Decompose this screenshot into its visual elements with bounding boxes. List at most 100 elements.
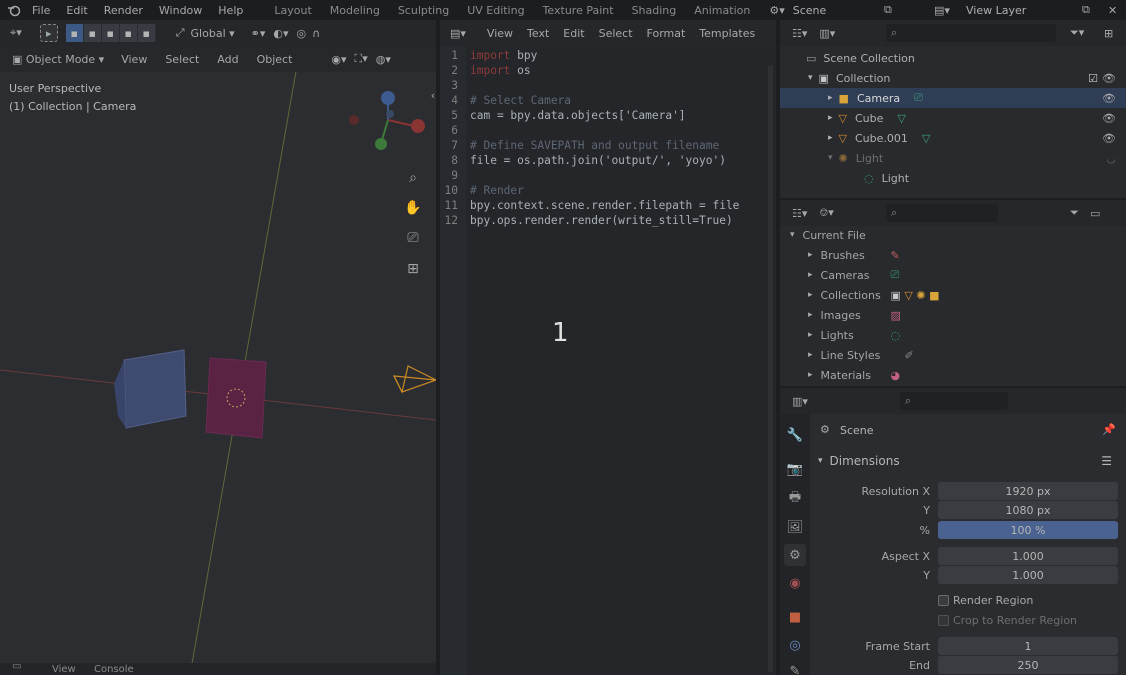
code-line[interactable]: 4 # Select Camera [440,93,776,108]
scene-selector-icon[interactable]: ⚙▾ [769,4,784,17]
tab-animation[interactable]: Animation [685,4,759,17]
outliner-type-icon[interactable]: ☷▾ [792,204,807,222]
code-line[interactable]: 8 file = os.path.join('output/', 'yoyo') [440,153,776,168]
expand-arrow-icon[interactable]: ▸ [828,113,833,123]
outliner-row-light-data[interactable]: ◌ Light [780,168,1126,188]
outliner[interactable]: ☷▾ ▥▾ ⌕ ⏷▾ ⊞ ▭ Scene Collection ▾ ▣ Coll… [780,20,1126,198]
gizmo-toggle-icon[interactable]: ⛶▾ [355,50,368,68]
dimensions-panel-header[interactable]: ▾ Dimensions ☰ [814,450,1122,472]
expand-arrow-icon[interactable]: ▸ [828,133,833,143]
outliner-row-cube001[interactable]: ▸ ▽ Cube.001 ▽ 👁 [780,128,1126,148]
pivot-icon[interactable]: ⚭▾ [251,24,266,42]
frame-end-field[interactable]: 250 [938,656,1118,674]
world-tab-icon[interactable]: ◉ [784,572,806,594]
menu-file[interactable]: File [24,4,58,17]
properties-search-field[interactable]: ⌕ [900,392,1008,410]
outliner-row-collection[interactable]: ▾ ▣ Collection ☑ 👁 [780,68,1126,88]
viewport-scene[interactable] [0,20,436,675]
zoom-icon[interactable]: ⌕ [402,167,424,189]
overlay-toggle-icon[interactable]: ◍▾ [376,50,391,68]
3d-viewport[interactable]: ⌖▾ ▸ ▪ ▪ ▪ ▪ ▪ ⤢ Global ▾ ⚭▾ ◐▾ ◎ ∩ ▣ Ob… [0,20,436,675]
select-box-icon[interactable]: ▸ [39,24,58,42]
expand-arrow-icon[interactable]: ▸ [828,93,833,103]
viewport-menu-object[interactable]: Object [248,53,302,66]
tab-texture-paint[interactable]: Texture Paint [534,4,623,17]
view-layer-name[interactable]: View Layer [966,4,1026,17]
menu-help[interactable]: Help [210,4,251,17]
outliner-row-camera[interactable]: ▸ ■ Camera ⎚ 👁 [780,88,1126,108]
hidden-eye-icon[interactable]: ◡ [1106,152,1116,165]
copy-layer-icon[interactable]: ⧉ [1082,3,1090,17]
text-editor[interactable]: ▤▾ View Text Edit Select Format Template… [440,20,776,675]
expand-arrow-icon[interactable]: ▸ [808,310,813,320]
view-layer-tab-icon[interactable]: 🖼 [784,516,806,538]
object-tab-icon[interactable]: ■ [784,606,806,628]
te-menu-text[interactable]: Text [520,27,556,40]
te-menu-format[interactable]: Format [640,27,693,40]
visibility-icon[interactable]: ◉▾ [331,50,346,68]
code-line[interactable]: 6 [440,123,776,138]
viewport-menu-add[interactable]: Add [208,53,247,66]
pan-hand-icon[interactable]: ✋ [402,197,424,219]
expand-arrow-icon[interactable]: ▾ [808,73,813,83]
expand-arrow-icon[interactable]: ▸ [808,270,813,280]
resolution-x-field[interactable]: 1920 px [938,482,1118,500]
menu-window[interactable]: Window [151,4,210,17]
scene-name[interactable]: Scene [793,4,827,17]
expand-arrow-icon[interactable]: ▾ [828,153,833,163]
list-item-brushes[interactable]: ▸ Brushes ✎ [780,245,1126,265]
editor-type-icon[interactable]: ⌖▾ [10,24,22,42]
transform-orientation-icon[interactable]: ⤢ [176,24,185,42]
properties-editor[interactable]: ▥▾ ⌕ 🔧 📷 🖶 🖼 ⚙ ◉ ■ ◎ ✎ ⚙ Scene 📌 ▾ Dimen… [780,388,1126,675]
properties-type-icon[interactable]: ▥▾ [792,392,808,410]
tool-tab-icon[interactable]: 🔧 [784,424,806,446]
camera-view-icon[interactable]: ⎚ [402,227,424,249]
list-item-line-styles[interactable]: ▸ Line Styles ✐ [780,345,1126,365]
te-menu-select[interactable]: Select [592,27,640,40]
menu-render[interactable]: Render [96,4,151,17]
expand-arrow-icon[interactable]: ▸ [808,370,813,380]
panel-collapse-arrow-icon[interactable]: ▾ [818,456,823,466]
orientation-dropdown[interactable]: Global ▾ [191,24,235,42]
constraints-tab-icon[interactable]: ◎ [784,634,806,656]
expand-arrow-icon[interactable]: ▸ [808,350,813,360]
viewport-menu-select[interactable]: Select [156,53,208,66]
aspect-y-field[interactable]: 1.000 [938,566,1118,584]
display-mode-icon[interactable]: ▥▾ [819,24,835,42]
tab-uv-editing[interactable]: UV Editing [458,4,533,17]
tab-sculpting[interactable]: Sculpting [389,4,458,17]
viewport-menu-view[interactable]: View [112,53,156,66]
outliner-root-row[interactable]: ▭ Scene Collection [780,48,1126,68]
display-mode-icon[interactable]: ⎊▾ [819,204,833,222]
select-extend-icon[interactable]: ▪ [83,24,102,42]
crop-region-checkbox[interactable] [938,615,949,626]
footer-icon[interactable]: ▭ [12,661,21,672]
data-tab-icon[interactable]: ✎ [784,660,806,675]
code-line[interactable]: 3 [440,78,776,93]
text-editor-type-icon[interactable]: ▤▾ [450,24,466,42]
resolution-percent-slider[interactable]: 100 % [938,521,1118,539]
list-item-lights[interactable]: ▸ Lights ◌ [780,325,1126,345]
blender-logo-icon[interactable] [4,3,24,17]
pin-icon[interactable]: 📌 [1102,423,1116,436]
code-line[interactable]: 10 # Render [440,183,776,198]
current-file-row[interactable]: ▾ Current File [780,225,1126,245]
grid-view-icon[interactable]: ⊞ [402,258,424,280]
list-item-collections[interactable]: ▸ Collections ▣ ▽ ✺ ■ [780,285,1126,305]
code-line[interactable]: 5 cam = bpy.data.objects['Camera'] [440,108,776,123]
tab-shading[interactable]: Shading [623,4,686,17]
outliner-type-icon[interactable]: ☷▾ [792,24,807,42]
falloff-icon[interactable]: ∩ [312,24,320,42]
list-item-cameras[interactable]: ▸ Cameras ⎚ [780,265,1126,285]
code-line[interactable]: 7 # Define SAVEPATH and output filename [440,138,776,153]
te-menu-view[interactable]: View [480,27,520,40]
expand-arrow-icon[interactable]: ▸ [808,330,813,340]
code-line[interactable]: 1 import bpy [440,48,776,63]
list-item-images[interactable]: ▸ Images ▨ [780,305,1126,325]
footer-console[interactable]: Console [94,664,134,675]
visibility-eye-icon[interactable]: 👁 [1102,132,1116,145]
footer-view[interactable]: View [52,664,76,675]
exclude-checkbox[interactable]: ☑ [1088,72,1098,85]
code-line[interactable]: 12 bpy.ops.render.render(write_still=True… [440,213,776,228]
select-intersect-icon[interactable]: ▪ [137,24,156,42]
